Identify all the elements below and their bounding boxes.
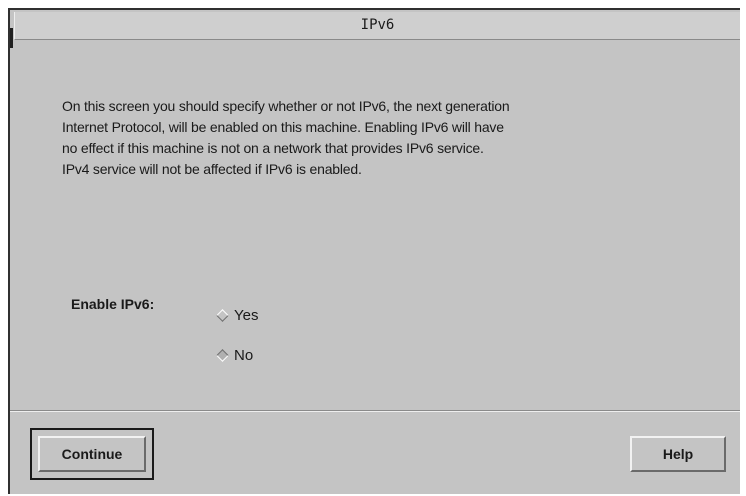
separator — [10, 410, 740, 412]
window-edge-marker — [10, 28, 13, 48]
description-line: Internet Protocol, will be enabled on th… — [62, 119, 504, 135]
description-line: no effect if this machine is not on a ne… — [62, 140, 484, 156]
radio-selected-icon[interactable] — [216, 348, 229, 362]
enable-ipv6-label: Enable IPv6: — [71, 296, 155, 312]
help-button[interactable]: Help — [630, 436, 726, 472]
description-line: IPv4 service will not be affected if IPv… — [62, 161, 362, 177]
ipv6-dialog: IPv6 On this screen you should specify w… — [8, 8, 740, 494]
radio-no-label[interactable]: No — [234, 347, 253, 364]
description-text: On this screen you should specify whethe… — [62, 96, 722, 180]
radio-yes-label[interactable]: Yes — [234, 307, 258, 324]
continue-button[interactable]: Continue — [38, 436, 146, 472]
radio-no[interactable]: No — [214, 344, 253, 366]
radio-yes[interactable]: Yes — [214, 304, 258, 326]
description-line: On this screen you should specify whethe… — [62, 98, 510, 114]
radio-unselected-icon[interactable] — [216, 308, 229, 322]
window-title: IPv6 — [14, 12, 740, 40]
